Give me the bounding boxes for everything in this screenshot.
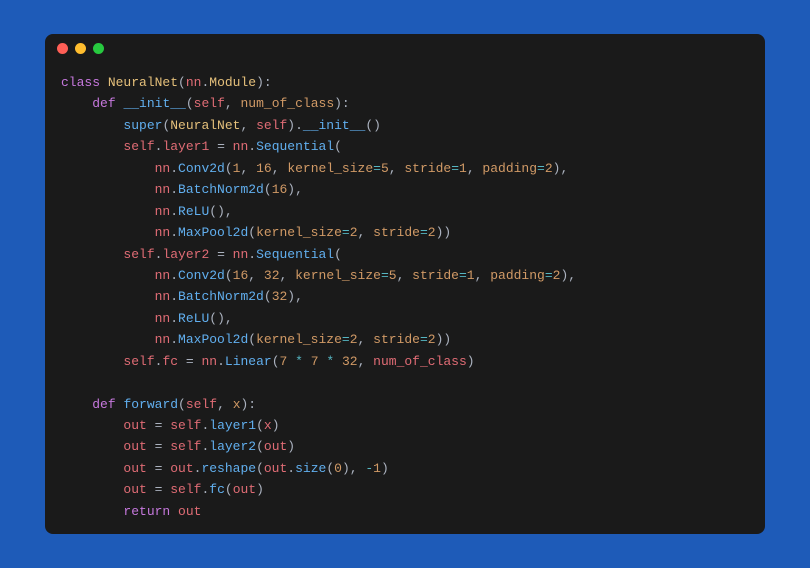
window-titlebar [45,34,765,62]
method-init: __init__ [123,96,185,111]
keyword-def: def [92,96,115,111]
maximize-icon[interactable] [93,43,104,54]
method-forward: forward [123,397,178,412]
keyword-class: class [61,75,100,90]
keyword-return: return [123,504,170,519]
code-window: class NeuralNet(nn.Module): def __init__… [45,34,765,534]
close-icon[interactable] [57,43,68,54]
code-content: class NeuralNet(nn.Module): def __init__… [45,62,765,534]
minimize-icon[interactable] [75,43,86,54]
class-name: NeuralNet [108,75,178,90]
keyword-def: def [92,397,115,412]
